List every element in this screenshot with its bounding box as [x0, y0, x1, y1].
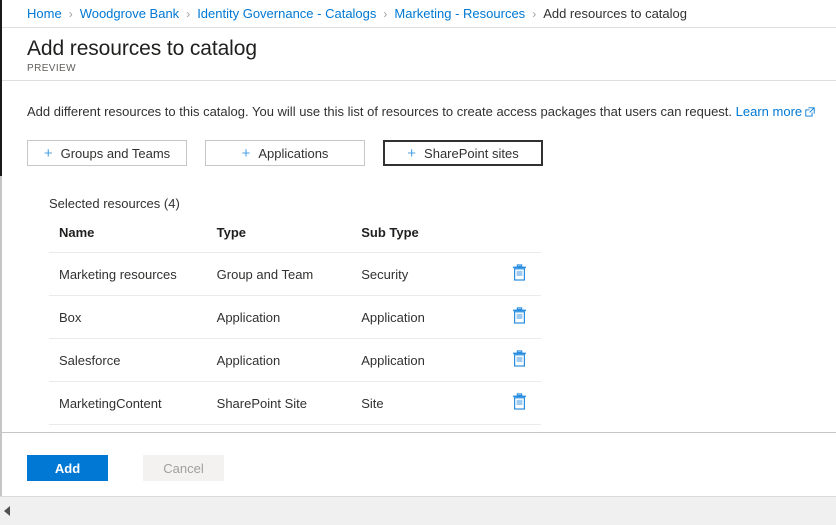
- cell-name: Marketing resources: [49, 253, 217, 296]
- selected-resources-table: Name Type Sub Type Marketing resources G…: [49, 225, 541, 425]
- add-applications-button[interactable]: + Applications: [205, 140, 365, 166]
- plus-icon: +: [44, 146, 53, 161]
- cell-actions: [498, 253, 541, 296]
- cell-type: Group and Team: [217, 253, 362, 296]
- column-header-name: Name: [49, 225, 217, 253]
- delete-row-button[interactable]: [512, 264, 527, 281]
- table-header: Name Type Sub Type: [49, 225, 541, 253]
- add-resource-buttons: + Groups and Teams + Applications + Shar…: [27, 140, 836, 166]
- table-row: MarketingContent SharePoint Site Site: [49, 382, 541, 425]
- page-title: Add resources to catalog: [27, 36, 836, 62]
- column-header-sub-type: Sub Type: [361, 225, 498, 253]
- cell-type: Application: [217, 296, 362, 339]
- table-body: Marketing resources Group and Team Secur…: [49, 253, 541, 425]
- delete-row-button[interactable]: [512, 307, 527, 324]
- learn-more-link[interactable]: Learn more: [736, 104, 802, 119]
- trash-icon: [512, 312, 527, 327]
- trash-icon: [512, 355, 527, 370]
- delete-row-button[interactable]: [512, 393, 527, 410]
- footer-action-bar: Add Cancel: [2, 432, 836, 496]
- breadcrumb-separator-icon: ›: [69, 7, 73, 21]
- cell-name: MarketingContent: [49, 382, 217, 425]
- add-sharepoint-sites-label: SharePoint sites: [424, 146, 519, 161]
- breadcrumb-item-marketing-resources[interactable]: Marketing - Resources: [394, 6, 525, 21]
- breadcrumb-separator-icon: ›: [186, 7, 190, 21]
- table-row: Box Application Application: [49, 296, 541, 339]
- cell-type: SharePoint Site: [217, 382, 362, 425]
- selected-resources-table-wrapper: Name Type Sub Type Marketing resources G…: [49, 225, 541, 425]
- delete-row-button[interactable]: [512, 350, 527, 367]
- cell-sub-type: Application: [361, 339, 498, 382]
- description-sentence: Add different resources to this catalog.…: [27, 104, 732, 119]
- column-header-type: Type: [217, 225, 362, 253]
- breadcrumb-item-identity-governance-catalogs[interactable]: Identity Governance - Catalogs: [197, 6, 376, 21]
- plus-icon: +: [242, 146, 251, 161]
- breadcrumb-separator-icon: ›: [532, 7, 536, 21]
- add-sharepoint-sites-button[interactable]: + SharePoint sites: [383, 140, 543, 166]
- add-groups-and-teams-button[interactable]: + Groups and Teams: [27, 140, 187, 166]
- add-applications-label: Applications: [258, 146, 328, 161]
- cell-actions: [498, 339, 541, 382]
- cell-name: Salesforce: [49, 339, 217, 382]
- cell-actions: [498, 296, 541, 339]
- breadcrumb-separator-icon: ›: [383, 7, 387, 21]
- breadcrumb-item-woodgrove-bank[interactable]: Woodgrove Bank: [80, 6, 180, 21]
- add-groups-and-teams-label: Groups and Teams: [61, 146, 171, 161]
- cell-sub-type: Site: [361, 382, 498, 425]
- trash-icon: [512, 269, 527, 284]
- page-header: Add resources to catalog PREVIEW: [2, 28, 836, 81]
- description-text: Add different resources to this catalog.…: [27, 103, 836, 122]
- trash-icon: [512, 398, 527, 413]
- cell-name: Box: [49, 296, 217, 339]
- table-header-row: Name Type Sub Type: [49, 225, 541, 253]
- blade-panel: Home › Woodgrove Bank › Identity Governa…: [2, 0, 836, 496]
- external-link-icon[interactable]: [805, 104, 815, 122]
- breadcrumb-item-current: Add resources to catalog: [543, 6, 687, 21]
- cell-sub-type: Application: [361, 296, 498, 339]
- add-button[interactable]: Add: [27, 455, 108, 481]
- cell-actions: [498, 382, 541, 425]
- horizontal-scrollbar[interactable]: [0, 496, 836, 525]
- breadcrumb-item-home[interactable]: Home: [27, 6, 62, 21]
- table-row: Salesforce Application Application: [49, 339, 541, 382]
- table-row: Marketing resources Group and Team Secur…: [49, 253, 541, 296]
- main-content: Add different resources to this catalog.…: [2, 81, 836, 425]
- footer-buttons: Add Cancel: [2, 433, 836, 481]
- plus-icon: +: [407, 146, 416, 161]
- breadcrumb: Home › Woodgrove Bank › Identity Governa…: [2, 0, 836, 28]
- cell-sub-type: Security: [361, 253, 498, 296]
- preview-badge: PREVIEW: [27, 63, 836, 74]
- scroll-left-arrow-icon[interactable]: [4, 506, 10, 516]
- cancel-button: Cancel: [143, 455, 224, 481]
- cell-type: Application: [217, 339, 362, 382]
- column-header-actions: [498, 225, 541, 253]
- selected-resources-heading: Selected resources (4): [49, 196, 836, 211]
